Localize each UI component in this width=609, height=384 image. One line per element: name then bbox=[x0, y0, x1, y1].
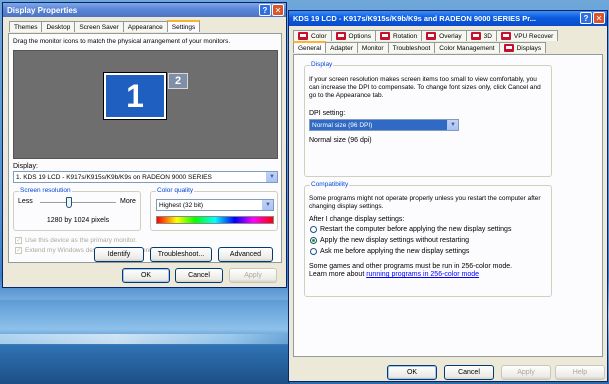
primary-monitor-checkbox[interactable] bbox=[15, 236, 22, 244]
monitor-area: 1 2 bbox=[13, 50, 278, 159]
tab-displays[interactable]: Displays bbox=[498, 42, 547, 53]
close-icon[interactable]: ✕ bbox=[593, 12, 605, 24]
apply-button[interactable]: Apply bbox=[229, 268, 277, 283]
extend-desktop-checkbox[interactable] bbox=[15, 246, 22, 254]
ati-icon bbox=[500, 32, 511, 40]
chevron-down-icon[interactable]: ▼ bbox=[447, 120, 458, 130]
more-label: More bbox=[120, 198, 136, 205]
tab-settings[interactable]: Settings bbox=[166, 20, 201, 32]
color-quality-select[interactable]: Highest (32 bit) ▼ bbox=[156, 199, 274, 211]
resolution-value: 1280 by 1024 pixels bbox=[46, 217, 110, 224]
primary-monitor-label: Use this device as the primary monitor. bbox=[25, 237, 137, 244]
monitor-2-icon[interactable]: 2 bbox=[168, 73, 188, 89]
tab-general[interactable]: General bbox=[293, 41, 327, 53]
chevron-down-icon[interactable]: ▼ bbox=[266, 172, 277, 182]
help-icon[interactable]: ? bbox=[259, 4, 271, 16]
display-select[interactable]: 1. KDS 19 LCD - K917s/K915s/K9b/K9s on R… bbox=[13, 171, 278, 183]
tab-color[interactable]: Color bbox=[293, 30, 332, 41]
tab-row-bottom: General Adapter Monitor Troubleshoot Col… bbox=[293, 41, 547, 54]
compatibility-group: Compatibility Some programs might not op… bbox=[304, 181, 552, 297]
less-label: Less bbox=[18, 198, 33, 205]
dpi-readout: Normal size (96 dpi) bbox=[309, 137, 372, 144]
general-panel: Display If your screen resolution makes … bbox=[293, 54, 603, 357]
color-quality-group: Color quality Highest (32 bit) ▼ bbox=[150, 187, 278, 231]
screen-resolution-label: Screen resolution bbox=[19, 187, 72, 194]
ati-icon bbox=[426, 32, 437, 40]
restart-radio[interactable] bbox=[310, 226, 317, 233]
monitor-1-number: 1 bbox=[126, 77, 144, 114]
ati-icon bbox=[503, 44, 514, 52]
ok-button[interactable]: OK bbox=[387, 365, 437, 380]
ask-me-radio[interactable] bbox=[310, 248, 317, 255]
resolution-slider-track[interactable] bbox=[40, 202, 116, 204]
256-color-link[interactable]: running programs in 256-color mode bbox=[366, 271, 479, 278]
tab-themes[interactable]: Themes bbox=[9, 21, 43, 32]
dpi-select[interactable]: Normal size (96 DPI) ▼ bbox=[309, 119, 459, 131]
desktop-wallpaper bbox=[0, 300, 290, 384]
tab-overlay[interactable]: Overlay bbox=[421, 30, 467, 41]
games-text: Some games and other programs must be ru… bbox=[309, 263, 513, 270]
tab-screen-saver[interactable]: Screen Saver bbox=[74, 21, 124, 32]
ok-button[interactable]: OK bbox=[122, 268, 170, 283]
ask-me-label: Ask me before applying the new display s… bbox=[320, 248, 470, 255]
apply-without-restart-label: Apply the new display settings without r… bbox=[320, 237, 470, 244]
cancel-button[interactable]: Cancel bbox=[444, 365, 494, 380]
window-title: KDS 19 LCD - K917s/K915s/K9b/K9s and RAD… bbox=[293, 14, 537, 23]
chevron-down-icon[interactable]: ▼ bbox=[262, 200, 273, 210]
ati-icon bbox=[379, 32, 390, 40]
tab-monitor[interactable]: Monitor bbox=[356, 42, 389, 53]
restart-radio-label: Restart the computer before applying the… bbox=[320, 226, 512, 233]
apply-without-restart-radio[interactable] bbox=[310, 237, 317, 244]
tab-rotation[interactable]: Rotation bbox=[374, 30, 423, 41]
tab-adapter[interactable]: Adapter bbox=[325, 42, 358, 53]
title-bar[interactable]: Display Properties ? ✕ bbox=[3, 3, 286, 17]
tab-options[interactable]: Options bbox=[330, 30, 376, 41]
display-label: Display: bbox=[13, 163, 38, 170]
dpi-select-value: Normal size (96 DPI) bbox=[312, 121, 373, 129]
title-bar[interactable]: KDS 19 LCD - K917s/K915s/K9b/K9s and RAD… bbox=[289, 11, 607, 26]
color-quality-value: Highest (32 bit) bbox=[159, 201, 204, 209]
display-properties-window: Display Properties ? ✕ Themes Desktop Sc… bbox=[2, 2, 287, 288]
settings-panel: Drag the monitor icons to match the phys… bbox=[8, 33, 282, 263]
display-group: Display If your screen resolution makes … bbox=[304, 61, 552, 177]
display-group-label: Display bbox=[310, 61, 334, 68]
monitor-2-number: 2 bbox=[174, 75, 182, 87]
tab-vpu-recover[interactable]: VPU Recover bbox=[495, 30, 559, 41]
ati-icon bbox=[335, 32, 346, 40]
window-title: Display Properties bbox=[7, 5, 78, 15]
color-quality-label: Color quality bbox=[156, 187, 195, 194]
help-button[interactable]: Help bbox=[555, 365, 605, 380]
tab-desktop[interactable]: Desktop bbox=[41, 21, 76, 32]
display-select-value: 1. KDS 19 LCD - K917s/K915s/K9b/K9s on R… bbox=[16, 173, 212, 181]
after-change-label: After I change display settings: bbox=[309, 216, 405, 223]
display-description: If your screen resolution makes screen i… bbox=[309, 76, 541, 99]
apply-button[interactable]: Apply bbox=[501, 365, 551, 380]
ati-icon bbox=[470, 32, 481, 40]
tab-color-management[interactable]: Color Management bbox=[434, 42, 500, 53]
identify-button[interactable]: Identify bbox=[94, 247, 144, 262]
tab-troubleshoot[interactable]: Troubleshoot bbox=[387, 42, 436, 53]
monitor-1-icon[interactable]: 1 bbox=[103, 72, 167, 120]
tab-bar: Themes Desktop Screen Saver Appearance S… bbox=[9, 20, 201, 33]
compatibility-description: Some programs might not operate properly… bbox=[309, 195, 541, 210]
color-spectrum-bar bbox=[156, 216, 274, 224]
close-icon[interactable]: ✕ bbox=[272, 4, 284, 16]
learn-more-text: Learn more about running programs in 256… bbox=[309, 271, 480, 278]
troubleshoot-button[interactable]: Troubleshoot... bbox=[150, 247, 212, 262]
dpi-setting-label: DPI setting: bbox=[309, 110, 346, 117]
cancel-button[interactable]: Cancel bbox=[175, 268, 223, 283]
tab-3d[interactable]: 3D bbox=[465, 30, 497, 41]
monitor-properties-window: KDS 19 LCD - K917s/K915s/K9b/K9s and RAD… bbox=[288, 10, 608, 382]
resolution-slider-thumb[interactable] bbox=[66, 197, 72, 208]
ati-icon bbox=[298, 32, 308, 40]
instruction-text: Drag the monitor icons to match the phys… bbox=[13, 38, 231, 45]
advanced-button[interactable]: Advanced bbox=[218, 247, 273, 262]
tab-row-top: Color Options Rotation Overlay 3D VPU Re… bbox=[293, 30, 559, 41]
screen-resolution-group: Screen resolution Less More 1280 by 1024… bbox=[13, 187, 141, 231]
help-icon[interactable]: ? bbox=[580, 12, 592, 24]
compatibility-group-label: Compatibility bbox=[310, 181, 350, 188]
tab-appearance[interactable]: Appearance bbox=[122, 21, 168, 32]
